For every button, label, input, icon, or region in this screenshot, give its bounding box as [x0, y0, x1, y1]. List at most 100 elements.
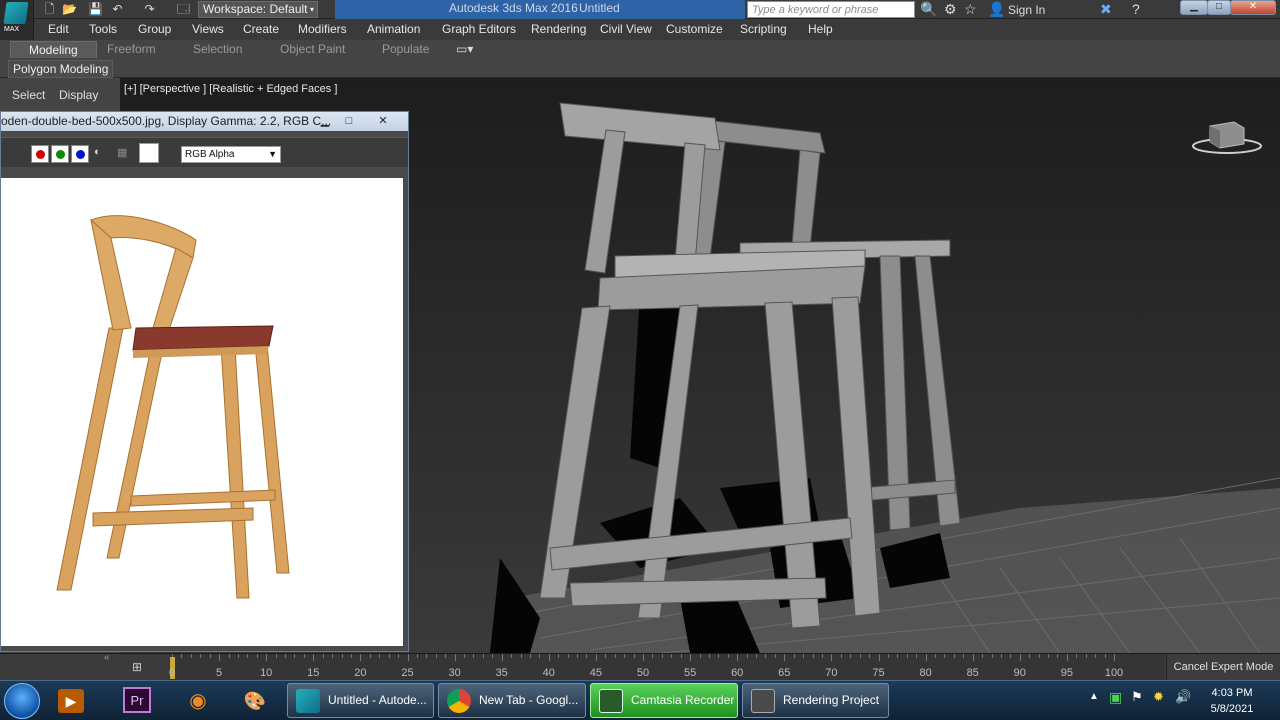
task-label: Untitled - Autode... — [328, 693, 427, 707]
close-button[interactable]: ✕ — [1230, 0, 1276, 15]
scene-explorer-select-menu[interactable]: Select — [12, 88, 45, 102]
timeline-frame-label: 75 — [872, 667, 885, 679]
workspace-value: Workspace: Default — [203, 2, 308, 16]
rendering-icon — [751, 689, 775, 713]
expand-timeline-icon[interactable]: « — [104, 652, 110, 663]
favorites-star-icon[interactable]: ☆ — [964, 1, 977, 17]
task-chrome[interactable]: New Tab - Googl... — [438, 683, 586, 718]
user-icon[interactable]: 👤 — [988, 1, 1005, 17]
redo-icon[interactable]: ↷ — [142, 2, 157, 16]
timeline-tick — [219, 654, 221, 661]
timeline-tick — [727, 654, 729, 658]
workspace-dropdown[interactable]: Workspace: Default ▾ — [198, 1, 318, 18]
blue-channel-toggle[interactable] — [71, 145, 89, 163]
timeline-tick — [379, 654, 381, 658]
help-icon[interactable]: ? — [1132, 1, 1140, 17]
green-channel-toggle[interactable] — [51, 145, 69, 163]
task-rendering-project[interactable]: Rendering Project — [742, 683, 889, 718]
sign-in-link[interactable]: Sign In — [1008, 3, 1045, 17]
blender-icon[interactable]: ◉ — [178, 685, 218, 717]
color-swatch[interactable] — [139, 143, 159, 163]
menu-tools[interactable]: Tools — [89, 22, 117, 36]
timeline-tick — [294, 654, 296, 658]
timeline-tick — [435, 654, 437, 658]
menu-modifiers[interactable]: Modifiers — [298, 22, 347, 36]
menu-animation[interactable]: Animation — [367, 22, 420, 36]
tab-object-paint[interactable]: Object Paint — [280, 42, 345, 56]
windows-taskbar: ▶ Pr ◉ 🎨 Untitled - Autode... New Tab - … — [0, 680, 1280, 720]
action-center-icon[interactable]: ⚑ — [1131, 689, 1143, 705]
paint-icon[interactable]: 🎨 — [235, 685, 275, 717]
timeline-tick — [454, 654, 456, 661]
tab-selection[interactable]: Selection — [193, 42, 242, 56]
tab-modeling[interactable]: Modeling — [10, 41, 97, 58]
timeline-tick — [614, 654, 616, 658]
menu-create[interactable]: Create — [243, 22, 279, 36]
system-clock[interactable]: 4:03 PM 5/8/2021 — [1200, 685, 1264, 717]
menu-scripting[interactable]: Scripting — [740, 22, 787, 36]
frame-window-titlebar[interactable]: oden-double-bed-500x500.jpg, Display Gam… — [1, 112, 408, 131]
timeline-tick — [426, 654, 428, 658]
viewcube-icon[interactable] — [1192, 116, 1262, 156]
menu-civil-view[interactable]: Civil View — [600, 22, 652, 36]
subscription-icon[interactable]: ⚙ — [944, 1, 957, 17]
media-player-icon[interactable]: ▶ — [58, 689, 84, 713]
minimize-icon[interactable]: ▁ — [313, 112, 337, 129]
exchange-icon[interactable]: ✖ — [1100, 1, 1112, 17]
timeline-tick — [303, 654, 305, 658]
clear-icon[interactable]: ▦ — [117, 146, 127, 159]
timeline-tick — [643, 654, 644, 661]
maximize-button[interactable]: □ — [1207, 0, 1231, 15]
menu-customize[interactable]: Customize — [666, 22, 723, 36]
rendered-frame-window[interactable]: oden-double-bed-500x500.jpg, Display Gam… — [0, 111, 409, 652]
menu-rendering[interactable]: Rendering — [531, 22, 586, 36]
maximize-icon[interactable]: □ — [337, 112, 361, 129]
new-file-icon[interactable]: 🗋 — [42, 2, 57, 16]
timeline-tick — [190, 654, 192, 658]
open-file-icon[interactable]: 📂 — [62, 2, 77, 16]
timeline-frame-label: 45 — [589, 667, 603, 679]
timeline-frame-label: 5 — [216, 667, 223, 679]
power-icon[interactable]: ✹ — [1153, 689, 1164, 705]
start-button[interactable] — [4, 683, 40, 719]
save-icon[interactable]: 💾 — [88, 2, 103, 16]
undo-icon[interactable]: ↶ — [110, 2, 125, 16]
application-menu-button[interactable]: MAX — [0, 0, 34, 38]
show-hidden-icons-icon[interactable]: ▲ — [1089, 691, 1099, 702]
menu-help[interactable]: Help — [808, 22, 833, 36]
close-icon[interactable]: ✕ — [371, 112, 395, 129]
project-folder-icon[interactable]: 🗔 — [176, 2, 191, 16]
monochrome-icon[interactable]: ◐ — [94, 146, 101, 158]
premiere-pro-icon[interactable]: Pr — [123, 687, 151, 713]
viewport-label[interactable]: [+] [Perspective ] [Realistic + Edged Fa… — [124, 83, 337, 95]
timeline-tick — [925, 654, 927, 661]
task-camtasia[interactable]: Camtasia Recorder — [590, 683, 738, 718]
ribbon-options-icon[interactable]: ▭▾ — [456, 42, 473, 56]
channel-dropdown[interactable]: RGB Alpha ▼ — [181, 146, 281, 163]
timeline-tick — [774, 654, 776, 658]
wooden-backrest — [90, 215, 197, 331]
menu-edit[interactable]: Edit — [48, 22, 69, 36]
tab-freeform[interactable]: Freeform — [107, 42, 156, 56]
timeline-tick — [577, 654, 579, 658]
curve-editor-icon[interactable]: ⊞ — [132, 660, 142, 674]
excel-icon[interactable]: ▣ — [1109, 689, 1122, 706]
search-input[interactable]: Type a keyword or phrase — [747, 1, 915, 18]
timeline-tick — [511, 654, 513, 658]
cancel-expert-mode-button[interactable]: Cancel Expert Mode — [1166, 654, 1280, 681]
menu-views[interactable]: Views — [192, 22, 224, 36]
scene-explorer-display-menu[interactable]: Display — [59, 88, 98, 102]
task-3ds-max[interactable]: Untitled - Autode... — [287, 683, 434, 718]
binoculars-icon[interactable]: 🔍 — [920, 1, 937, 17]
menu-graph-editors[interactable]: Graph Editors — [442, 22, 516, 36]
polygon-modeling-panel[interactable]: Polygon Modeling — [8, 60, 114, 78]
minimize-button[interactable]: ▁ — [1180, 0, 1208, 15]
timeline-tick — [275, 654, 277, 658]
timeline-tick — [1029, 654, 1031, 658]
time-slider-track[interactable]: 0 5 10 15 20 25 30 35 40 45 50 55 60 65 70 75 80 85 90 95 10… — [169, 654, 1164, 681]
timeline-tick — [1066, 654, 1068, 661]
red-channel-toggle[interactable] — [31, 145, 49, 163]
volume-icon[interactable]: 🔊 — [1175, 689, 1191, 705]
menu-group[interactable]: Group — [138, 22, 171, 36]
tab-populate[interactable]: Populate — [382, 42, 429, 56]
